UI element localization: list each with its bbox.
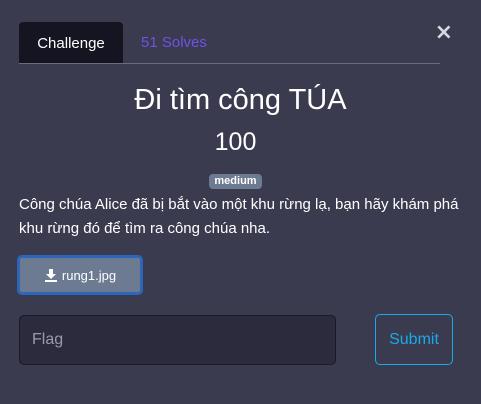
challenge-title: Đi tìm công TÚA (134, 84, 347, 116)
difficulty-badge: medium (209, 174, 262, 189)
download-file-button[interactable]: rung1.jpg (17, 255, 143, 295)
tab-bar: Challenge 51 Solves (19, 22, 440, 64)
challenge-description: Công chúa Alice đã bị bắt vào một khu rừ… (19, 196, 459, 237)
submit-button[interactable]: Submit (375, 314, 453, 365)
file-name-label: rung1.jpg (61, 267, 117, 283)
flag-input[interactable] (19, 315, 336, 365)
tab-solves[interactable]: 51 Solves (125, 22, 223, 63)
tab-challenge[interactable]: Challenge (19, 22, 123, 63)
challenge-modal: × Challenge 51 Solves Đi tìm công TÚA 10… (0, 0, 481, 404)
challenge-points: 100 (214, 128, 257, 156)
download-icon (44, 269, 57, 282)
